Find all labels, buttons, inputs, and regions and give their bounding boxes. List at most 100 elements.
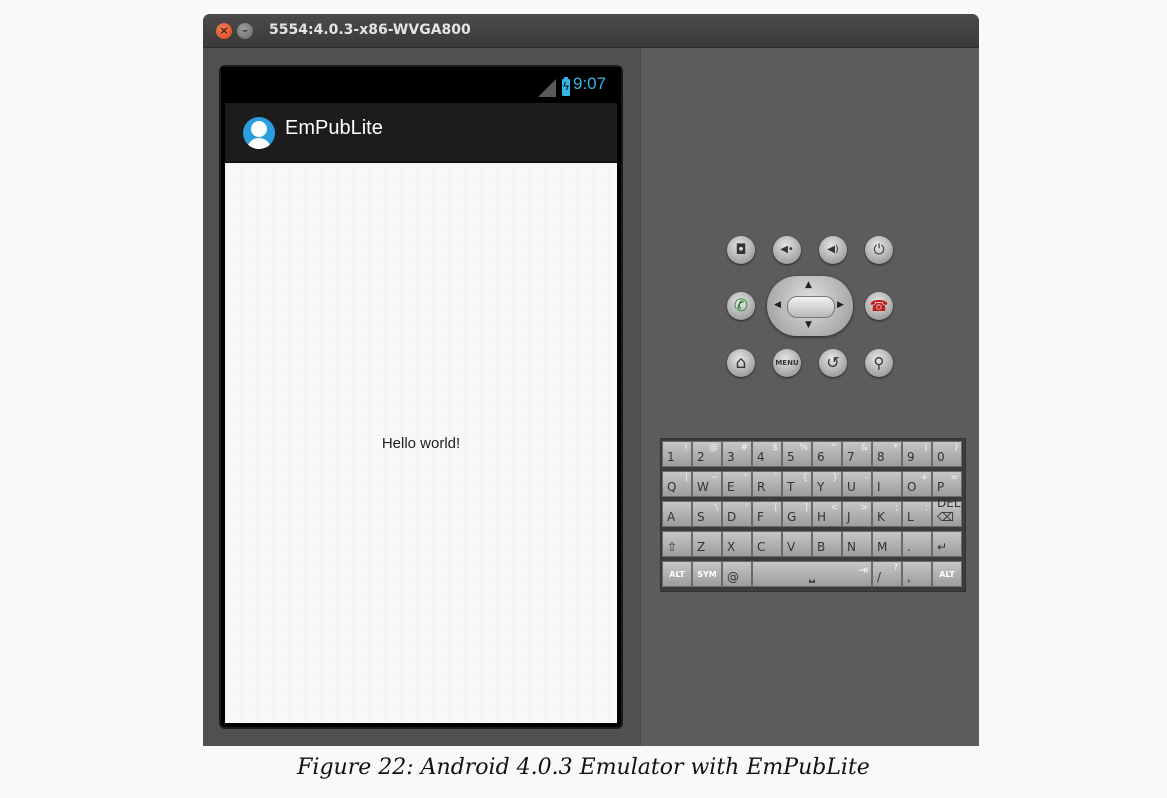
key[interactable]: G] — [782, 501, 812, 527]
alt-right-key[interactable]: ALT — [932, 561, 962, 587]
key[interactable]: U- — [842, 471, 872, 497]
key-label: DEL ⌫ — [937, 496, 961, 524]
key[interactable]: I — [872, 471, 902, 497]
key[interactable]: H < — [812, 501, 842, 527]
key[interactable]: 7 & — [842, 441, 872, 467]
key[interactable]: S \ — [692, 501, 722, 527]
key[interactable]: 1! — [662, 441, 692, 467]
key[interactable]: V — [782, 531, 812, 557]
key[interactable]: C — [752, 531, 782, 557]
key[interactable]: 5% — [782, 441, 812, 467]
key-shift-label: ! — [684, 443, 688, 453]
key[interactable]: B — [812, 531, 842, 557]
key-label: 6 — [817, 450, 825, 464]
key-label: / — [877, 570, 882, 584]
figure-caption: Figure 22: Android 4.0.3 Emulator with E… — [297, 755, 870, 780]
key[interactable]: ⇧ — [662, 531, 692, 557]
app-logo-icon[interactable] — [243, 117, 275, 149]
key[interactable]: 8 * — [872, 441, 902, 467]
call-button[interactable]: ✆ — [727, 292, 755, 320]
dpad-down-icon[interactable]: ▼ — [805, 320, 812, 330]
back-button[interactable]: ↺ — [819, 349, 847, 377]
key-shift-label: ~ — [710, 473, 718, 483]
key-shift-label: } — [832, 473, 838, 483]
space-key[interactable]: ⎵ ⇥ — [752, 561, 872, 587]
menu-button[interactable]: MENU — [773, 349, 801, 377]
key[interactable]: E " — [722, 471, 752, 497]
key[interactable]: 2 @ — [692, 441, 722, 467]
key[interactable]: 3 # — [722, 441, 752, 467]
alt-left-key[interactable]: ALT — [662, 561, 692, 587]
key[interactable]: N — [842, 531, 872, 557]
hello-text: Hello world! — [381, 435, 461, 452]
key-label: Y — [817, 480, 825, 494]
key[interactable]: F[ — [752, 501, 782, 527]
key-shift-label: * — [893, 443, 899, 453]
signal-icon — [538, 79, 556, 97]
dpad[interactable]: ▲ ▼ ◀ ▶ — [767, 276, 853, 336]
key-label: Z — [697, 540, 706, 554]
device-panel: ϟ 9:07 EmPubLite Hello world! — [203, 48, 640, 746]
dpad-right-icon[interactable]: ▶ — [837, 300, 844, 310]
key[interactable]: X — [722, 531, 752, 557]
search-button[interactable]: ⚲ — [865, 349, 893, 377]
key-shift-label: | — [684, 473, 688, 483]
key[interactable]: D ' — [722, 501, 752, 527]
key[interactable]: 9( — [902, 441, 932, 467]
key-shift-label: ( — [924, 443, 928, 453]
volume-up-button[interactable]: ◀) — [819, 236, 847, 264]
sym-key[interactable]: SYM — [692, 561, 722, 587]
key-shift-label: \ — [714, 503, 718, 513]
key-shift-label: : — [924, 503, 928, 513]
key[interactable]: J > — [842, 501, 872, 527]
key-shift-label: + — [920, 473, 928, 483]
key[interactable]: K; — [872, 501, 902, 527]
key[interactable]: R ` — [752, 471, 782, 497]
home-button[interactable]: ⌂ — [727, 349, 755, 377]
key[interactable]: O + — [902, 471, 932, 497]
end-call-button[interactable]: ☎ — [865, 292, 893, 320]
key[interactable]: Y} — [812, 471, 842, 497]
key[interactable]: Z — [692, 531, 722, 557]
key[interactable]: Q | — [662, 471, 692, 497]
key[interactable]: A — [662, 501, 692, 527]
key[interactable]: T{ — [782, 471, 812, 497]
key[interactable]: P = — [932, 471, 962, 497]
key-shift-label: [ — [774, 503, 778, 513]
key[interactable]: DEL ⌫ — [932, 496, 962, 527]
dpad-left-icon[interactable]: ◀ — [774, 300, 781, 310]
key-label: J — [847, 510, 851, 524]
key-shift-label: % — [799, 443, 808, 453]
key-label: B — [817, 540, 826, 554]
key[interactable]: 4 $ — [752, 441, 782, 467]
window-close-button[interactable]: × — [216, 23, 232, 39]
dpad-up-icon[interactable]: ▲ — [805, 280, 812, 290]
key-label: X — [727, 540, 736, 554]
dpad-center-button[interactable] — [787, 296, 835, 318]
power-button[interactable]: ⏻ — [865, 236, 893, 264]
battery-charging-icon: ϟ — [562, 77, 570, 96]
key-label: 5 — [787, 450, 795, 464]
key[interactable]: 0) — [932, 441, 962, 467]
volume-down-button[interactable]: ◀• — [773, 236, 801, 264]
key-label: 7 — [847, 450, 855, 464]
comma-key[interactable]: , — [902, 561, 932, 587]
camera-button[interactable]: ◘ — [727, 236, 755, 264]
key[interactable]: ↵ — [932, 531, 962, 557]
window-minimize-button[interactable]: – — [237, 23, 253, 39]
key-label: , — [907, 570, 911, 584]
status-clock: 9:07 — [573, 74, 607, 93]
key[interactable]: 6 ^ — [812, 441, 842, 467]
key-label: M — [877, 540, 888, 554]
key[interactable]: L: — [902, 501, 932, 527]
key[interactable]: M — [872, 531, 902, 557]
key-label: R — [757, 480, 766, 494]
key[interactable]: . — [902, 531, 932, 557]
hardware-keyboard: 1! 2 @3 #4 $5% 6 ^ 7 & 8 * 9(0) Q | W ~ E " R ` T{Y} U - I O + P = A… — [660, 438, 966, 592]
key[interactable]: W ~ — [692, 471, 722, 497]
key-shift-label: = — [950, 473, 958, 483]
at-key[interactable]: @ — [722, 561, 752, 587]
key-shift-label: ) — [954, 443, 958, 453]
slash-key[interactable]: /? — [872, 561, 902, 587]
key-label: F — [757, 510, 764, 524]
